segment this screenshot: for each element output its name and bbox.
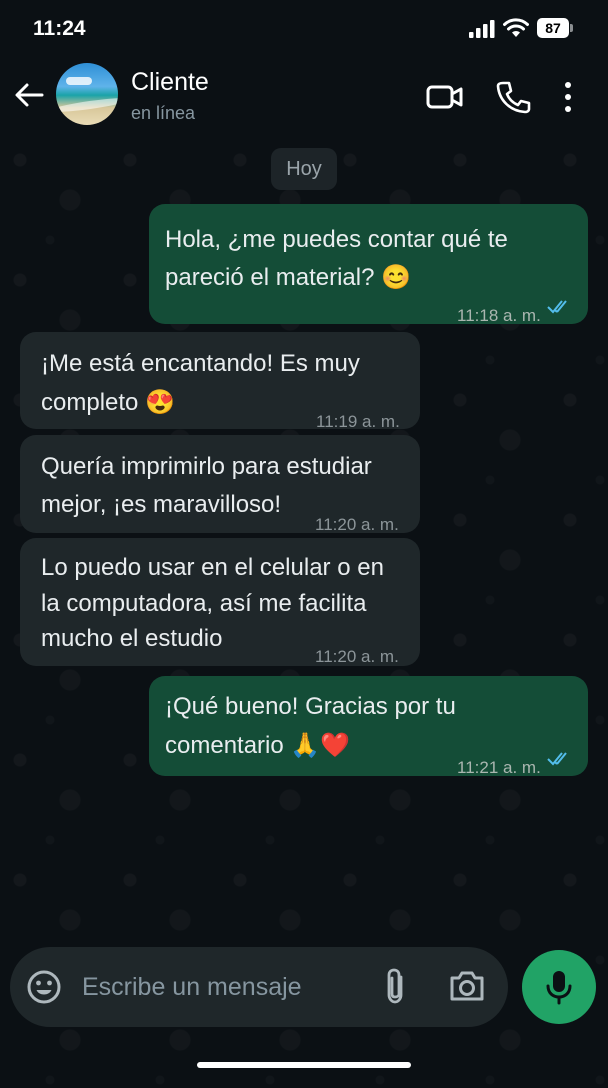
message-input[interactable]: Escribe un mensaje [82,973,302,1002]
phone-icon[interactable] [494,80,532,114]
contact-status: en línea [131,103,196,123]
read-receipt-icon [547,300,567,314]
message-time: 11:21 a. m. [457,758,541,777]
camera-icon[interactable] [448,969,486,1003]
message-text-line: comentario 🙏❤️ [165,732,351,759]
battery-icon: 87 [537,18,575,38]
date-chip: Hoy [271,148,337,190]
message-text-line: ¡Qué bueno! Gracias por tu [165,693,456,720]
message-time: 11:20 a. m. [315,647,399,666]
message-text-line: Hola, ¿me puedes contar qué te [165,226,508,253]
signal-icon [469,20,495,38]
wifi-icon [503,18,529,37]
chat-header: Cliente en línea [0,58,608,140]
message-incoming[interactable]: Quería imprimirlo para estudiar mejor, ¡… [20,435,420,534]
mic-button[interactable] [522,950,596,1024]
read-receipt-icon [547,752,567,766]
message-text-line: pareció el material? 😊 [165,264,411,291]
message-text-line: Lo puedo usar en el celular o en [41,554,384,581]
message-text-line: ¡Me está encantando! Es muy [41,350,360,377]
message-composer[interactable]: Escribe un mensaje [10,947,508,1027]
message-outgoing[interactable]: ¡Qué bueno! Gracias por tu comentario 🙏❤… [149,676,588,777]
message-text-line: mejor, ¡es maravilloso! [41,491,282,518]
message-outgoing[interactable]: Hola, ¿me puedes contar qué te pareció e… [149,204,588,325]
message-time: 11:18 a. m. [457,306,541,325]
contact-name[interactable]: Cliente [131,68,209,97]
back-arrow-icon[interactable] [12,78,46,112]
emoji-icon[interactable] [26,969,62,1005]
message-text-line: la computadora, así me facilita [41,590,367,617]
status-bar: 11:24 87 [0,0,608,58]
message-text-line: completo 😍 [41,389,175,416]
status-time: 11:24 [33,17,86,40]
message-text-line: Quería imprimirlo para estudiar [41,453,372,480]
more-options-icon[interactable] [558,80,578,114]
message-incoming[interactable]: ¡Me está encantando! Es muy completo 😍 1… [20,332,420,431]
home-indicator[interactable] [197,1062,411,1068]
battery-level: 87 [537,18,569,38]
attach-icon[interactable] [382,967,408,1007]
message-incoming[interactable]: Lo puedo usar en el celular o en la comp… [20,538,420,666]
mic-icon [546,971,572,1005]
video-call-icon[interactable] [426,80,464,114]
message-text-line: mucho el estudio [41,625,223,652]
contact-avatar[interactable] [56,63,118,125]
